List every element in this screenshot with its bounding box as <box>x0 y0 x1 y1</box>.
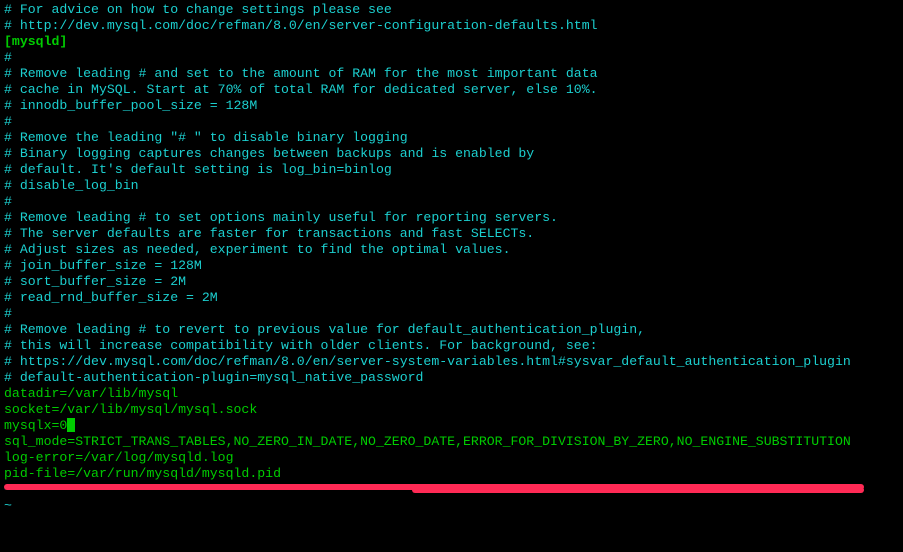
editor-line[interactable]: [mysqld] <box>4 34 899 50</box>
editor-line[interactable]: # Adjust sizes as needed, experiment to … <box>4 242 899 258</box>
editor-line[interactable]: # https://dev.mysql.com/doc/refman/8.0/e… <box>4 354 899 370</box>
text-cursor <box>67 418 75 432</box>
editor-line[interactable]: # Remove leading # to revert to previous… <box>4 322 899 338</box>
editor-line[interactable]: # sort_buffer_size = 2M <box>4 274 899 290</box>
editor-line[interactable]: log-error=/var/log/mysqld.log <box>4 450 899 466</box>
editor-line[interactable]: # Binary logging captures changes betwee… <box>4 146 899 162</box>
terminal-editor[interactable]: # For advice on how to change settings p… <box>0 0 903 516</box>
editor-line[interactable]: # <box>4 114 899 130</box>
editor-line[interactable]: ~ <box>4 498 899 514</box>
editor-line[interactable]: # cache in MySQL. Start at 70% of total … <box>4 82 899 98</box>
editor-line[interactable]: socket=/var/lib/mysql/mysql.sock <box>4 402 899 418</box>
editor-line[interactable]: datadir=/var/lib/mysql <box>4 386 899 402</box>
editor-line[interactable]: # Remove the leading "# " to disable bin… <box>4 130 899 146</box>
editor-line[interactable]: sql_mode=STRICT_TRANS_TABLES,NO_ZERO_IN_… <box>4 434 899 450</box>
editor-line[interactable]: mysqlx=0 <box>4 418 899 434</box>
editor-line[interactable]: # <box>4 194 899 210</box>
editor-line[interactable]: # Remove leading # to set options mainly… <box>4 210 899 226</box>
editor-line[interactable]: # For advice on how to change settings p… <box>4 2 899 18</box>
editor-line[interactable]: # http://dev.mysql.com/doc/refman/8.0/en… <box>4 18 899 34</box>
red-underline-annotation <box>4 484 864 490</box>
editor-line[interactable]: # innodb_buffer_pool_size = 128M <box>4 98 899 114</box>
editor-line[interactable]: # default-authentication-plugin=mysql_na… <box>4 370 899 386</box>
editor-line[interactable]: # <box>4 306 899 322</box>
editor-line[interactable]: # The server defaults are faster for tra… <box>4 226 899 242</box>
editor-line[interactable]: pid-file=/var/run/mysqld/mysqld.pid <box>4 466 899 482</box>
editor-line[interactable]: # join_buffer_size = 128M <box>4 258 899 274</box>
editor-line[interactable]: # disable_log_bin <box>4 178 899 194</box>
editor-line[interactable]: # default. It's default setting is log_b… <box>4 162 899 178</box>
editor-line[interactable]: # this will increase compatibility with … <box>4 338 899 354</box>
editor-line[interactable]: # read_rnd_buffer_size = 2M <box>4 290 899 306</box>
editor-line[interactable]: # Remove leading # and set to the amount… <box>4 66 899 82</box>
editor-line[interactable]: # <box>4 50 899 66</box>
